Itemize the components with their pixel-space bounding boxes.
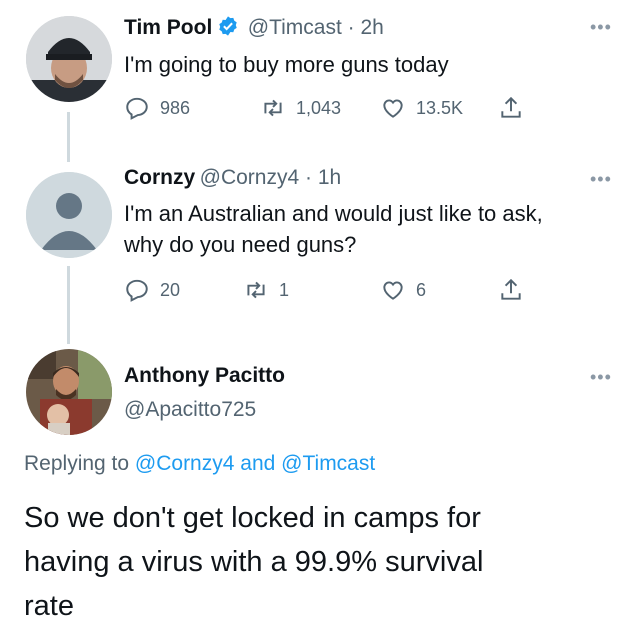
author-handle[interactable]: @Timcast bbox=[248, 16, 342, 39]
like-icon bbox=[383, 281, 403, 300]
like-count: 13.5K bbox=[416, 97, 464, 118]
share-icon bbox=[501, 278, 521, 300]
retweet-count: 1,043 bbox=[296, 97, 342, 118]
avatar-image bbox=[26, 16, 112, 102]
tweet-text: I'm an Australian and would just like to… bbox=[124, 198, 543, 260]
thread-connector bbox=[67, 112, 70, 162]
reply-text-line: So we don't get locked in camps for bbox=[24, 502, 481, 534]
reply-count: 986 bbox=[160, 97, 191, 118]
tweet-text-line: I'm an Australian and would just like to… bbox=[124, 201, 543, 226]
author-handle[interactable]: @Cornzy4 bbox=[200, 166, 300, 189]
reply-icon bbox=[126, 279, 148, 302]
like-count: 6 bbox=[416, 279, 427, 300]
mention-link[interactable]: @Cornzy4 bbox=[135, 452, 235, 475]
retweet-icon bbox=[247, 281, 265, 299]
retweet-button[interactable]: 1,043 bbox=[260, 95, 341, 121]
reply-count: 20 bbox=[160, 279, 181, 300]
like-icon bbox=[383, 99, 403, 118]
author-name[interactable]: Anthony Pacitto bbox=[124, 364, 285, 388]
replying-to-prefix: Replying to bbox=[24, 452, 130, 475]
retweet-count: 1 bbox=[279, 279, 290, 300]
more-icon[interactable]: ••• bbox=[590, 18, 612, 36]
avatar-image bbox=[26, 349, 112, 435]
tweet-time[interactable]: 2h bbox=[360, 16, 383, 39]
verified-icon bbox=[217, 15, 239, 42]
tweet-time[interactable]: 1h bbox=[318, 166, 341, 189]
share-icon bbox=[501, 96, 521, 118]
like-button[interactable]: 6 bbox=[380, 277, 426, 303]
tweet-text: I'm going to buy more guns today bbox=[124, 52, 449, 77]
avatar-anthony-pacitto[interactable] bbox=[26, 349, 112, 435]
share-button[interactable] bbox=[498, 277, 524, 303]
author-handle[interactable]: @Apacitto725 bbox=[124, 398, 256, 422]
share-button[interactable] bbox=[498, 95, 524, 121]
replying-to: Replying to @Cornzy4 and @Timcast bbox=[24, 452, 375, 476]
more-icon[interactable]: ••• bbox=[590, 368, 612, 386]
like-button[interactable]: 13.5K bbox=[380, 95, 463, 121]
author-name[interactable]: Cornzy bbox=[124, 166, 195, 189]
retweet-button[interactable]: 1 bbox=[243, 277, 289, 303]
reply-icon bbox=[126, 97, 148, 120]
reply-text-line: rate bbox=[24, 590, 74, 622]
replying-to-and: and bbox=[240, 452, 276, 475]
default-avatar-image bbox=[26, 172, 112, 258]
reply-button[interactable]: 986 bbox=[124, 95, 190, 121]
avatar-cornzy[interactable] bbox=[26, 172, 112, 258]
avatar-tim-pool[interactable] bbox=[26, 16, 112, 102]
retweet-icon bbox=[264, 99, 282, 117]
author-name[interactable]: Tim Pool bbox=[124, 16, 212, 39]
more-icon[interactable]: ••• bbox=[590, 170, 612, 188]
reply-button[interactable]: 20 bbox=[124, 277, 180, 303]
tweet-text-line: why do you need guns? bbox=[124, 232, 357, 257]
mention-link[interactable]: @Timcast bbox=[281, 452, 375, 475]
reply-text-line: having a virus with a 99.9% survival bbox=[24, 546, 484, 578]
reply-text: So we don't get locked in camps for havi… bbox=[24, 496, 483, 628]
thread-connector bbox=[67, 266, 70, 344]
